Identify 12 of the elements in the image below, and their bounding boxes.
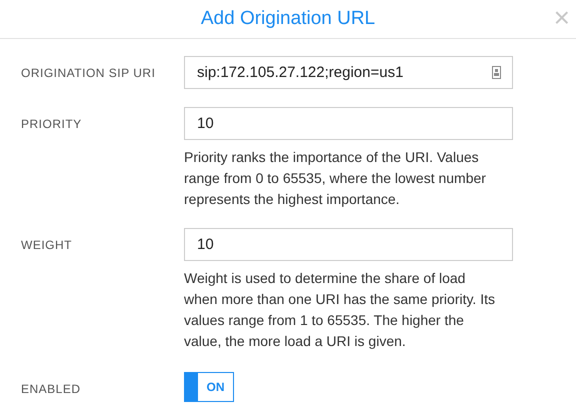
dialog-title: Add Origination URL <box>200 6 376 31</box>
contact-card-icon[interactable] <box>492 66 501 79</box>
toggle-switch[interactable]: ON <box>184 372 234 402</box>
help-text: Weight is used to determine the share of load when more than one URI has the same priority. Its values range from 1 to 65535. The higher the value, the more load a URI is given. <box>184 269 496 351</box>
help-text: Priority ranks the importance of the URI. Values range from 0 to 65535, where the lowest number represents the highest importance. <box>184 148 487 209</box>
field-label: ORIGINATION SIP URI <box>20 65 156 82</box>
input-field[interactable]: 10 <box>184 228 513 261</box>
input-field[interactable]: sip:172.105.27.122;region=us1 <box>184 56 513 89</box>
field-label: WEIGHT <box>20 237 73 254</box>
field-label: PRIORITY <box>20 116 83 133</box>
input-field[interactable]: 10 <box>184 107 513 140</box>
field-label: ENABLED <box>20 381 82 398</box>
